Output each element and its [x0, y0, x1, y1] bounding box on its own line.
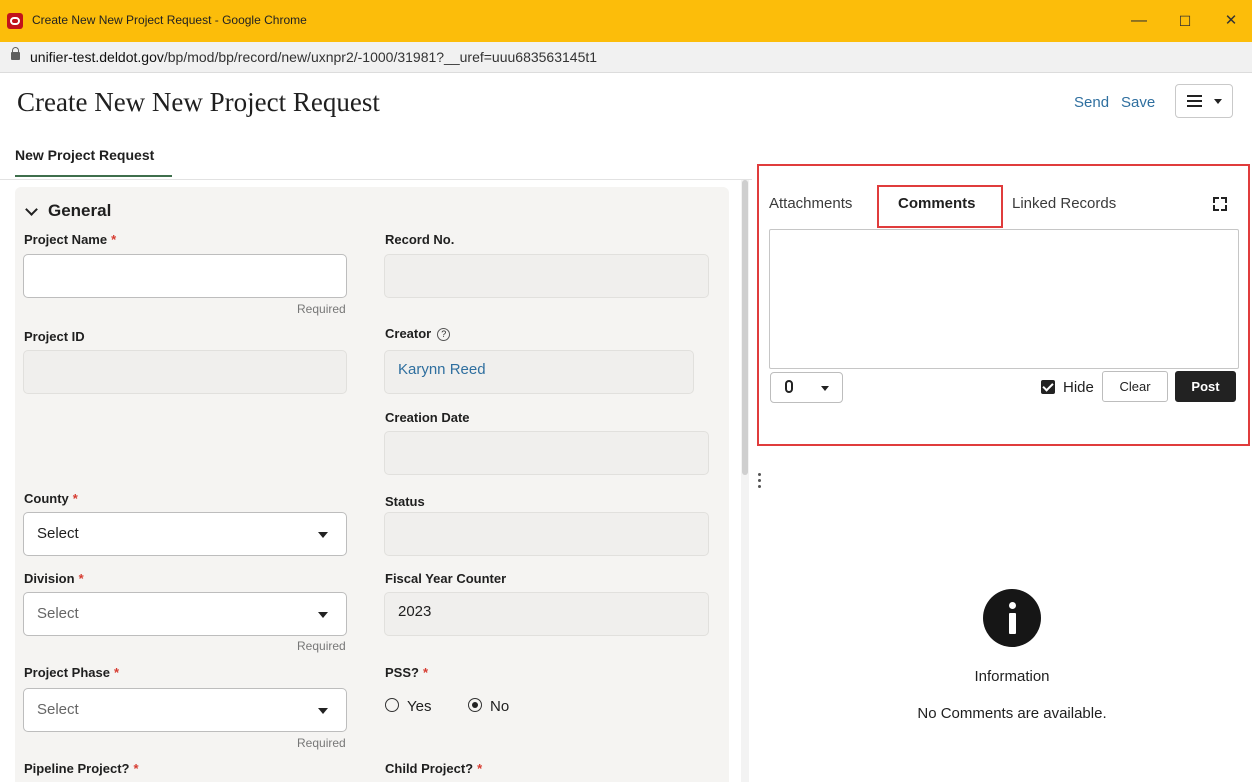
project-phase-label-text: Project Phase: [24, 665, 110, 680]
division-select-value: Select: [37, 605, 79, 622]
comment-textarea[interactable]: [769, 229, 1239, 369]
record-no-field: [384, 254, 709, 298]
section-title: General: [48, 201, 112, 220]
division-hint: Required: [297, 639, 346, 653]
page-title: Create New New Project Request: [17, 87, 380, 117]
form-scrollbar[interactable]: [741, 180, 749, 782]
county-select[interactable]: Select: [23, 512, 347, 556]
fiscal-year-counter-field: 2023: [384, 592, 709, 636]
tab-attachments[interactable]: Attachments: [769, 195, 852, 212]
radio-checked-icon: [468, 698, 482, 712]
required-mark: *: [111, 232, 117, 247]
pss-label: PSS? *: [385, 665, 428, 680]
chevron-down-icon: [25, 203, 38, 216]
help-icon[interactable]: ?: [437, 328, 451, 341]
required-mark: *: [78, 571, 84, 586]
pipeline-project-label: Pipeline Project? *: [24, 761, 139, 776]
division-label: Division *: [24, 571, 84, 586]
minimize-button[interactable]: —: [1124, 6, 1154, 36]
post-button[interactable]: Post: [1175, 371, 1236, 402]
chevron-down-icon: [318, 612, 328, 618]
required-mark: *: [72, 491, 78, 506]
hide-checkbox[interactable]: [1041, 380, 1055, 394]
highlight-comments-tab: [877, 185, 1003, 228]
save-link[interactable]: Save: [1121, 94, 1155, 111]
clear-button[interactable]: Clear: [1102, 371, 1168, 402]
browser-title-bar: Create New New Project Request - Google …: [0, 0, 1252, 42]
oracle-logo-icon: [7, 13, 23, 29]
status-label: Status: [385, 494, 425, 509]
chevron-down-icon: [318, 532, 328, 538]
pss-radio-no[interactable]: No: [468, 698, 509, 715]
info-icon: [983, 589, 1041, 647]
project-phase-select-value: Select: [37, 701, 79, 718]
expand-icon[interactable]: [1213, 197, 1227, 211]
tab-new-project-request[interactable]: New Project Request: [15, 147, 154, 163]
division-select[interactable]: Select: [23, 592, 347, 636]
creation-date-label: Creation Date: [385, 410, 470, 425]
project-phase-label: Project Phase *: [24, 665, 119, 680]
fiscal-year-counter-label: Fiscal Year Counter: [385, 571, 507, 586]
tab-divider: [0, 179, 752, 180]
project-name-label-text: Project Name: [24, 232, 108, 247]
creator-label-text: Creator: [385, 326, 432, 341]
tab-linked-records[interactable]: Linked Records: [1012, 195, 1116, 212]
project-name-hint: Required: [297, 302, 346, 316]
child-project-label: Child Project? *: [385, 761, 482, 776]
project-phase-select[interactable]: Select: [23, 688, 347, 732]
creator-field[interactable]: Karynn Reed: [384, 350, 694, 394]
chevron-down-icon: [1214, 99, 1222, 104]
creator-label: Creator?: [385, 326, 451, 341]
scrollbar-thumb[interactable]: [742, 180, 748, 475]
project-id-label: Project ID: [24, 329, 85, 344]
url-path: /bp/mod/bp/record/new/uxnpr2/-1000/31981…: [163, 49, 598, 65]
attach-file-button[interactable]: [770, 372, 843, 403]
send-link[interactable]: Send: [1074, 94, 1109, 111]
project-name-input[interactable]: [23, 254, 347, 298]
status-field: [384, 512, 709, 556]
project-id-field: [23, 350, 347, 394]
active-tab-indicator: [15, 175, 172, 177]
maximize-button[interactable]: ☐: [1170, 6, 1200, 36]
actions-menu-button[interactable]: [1175, 84, 1233, 118]
paperclip-icon: [785, 380, 793, 393]
required-mark: *: [114, 665, 120, 680]
lock-icon: [11, 47, 20, 60]
county-label-text: County: [24, 491, 69, 506]
county-select-value: Select: [37, 525, 79, 542]
project-name-label: Project Name *: [24, 232, 116, 247]
pss-label-text: PSS?: [385, 665, 419, 680]
division-label-text: Division: [24, 571, 75, 586]
pipeline-project-label-text: Pipeline Project?: [24, 761, 130, 776]
panel-splitter-handle[interactable]: [758, 473, 762, 491]
info-title: Information: [974, 668, 1050, 685]
required-mark: *: [477, 761, 483, 776]
chevron-down-icon: [821, 386, 829, 391]
project-phase-hint: Required: [297, 736, 346, 750]
chevron-down-icon: [318, 708, 328, 714]
section-general-toggle[interactable]: General: [25, 201, 112, 221]
address-bar[interactable]: unifier-test.deldot.gov/bp/mod/bp/record…: [0, 42, 1252, 73]
record-no-label: Record No.: [385, 232, 455, 247]
child-project-label-text: Child Project?: [385, 761, 474, 776]
hide-label: Hide: [1063, 379, 1094, 396]
hamburger-icon: [1187, 95, 1202, 107]
window-title: Create New New Project Request - Google …: [32, 13, 307, 27]
pss-radio-yes[interactable]: Yes: [385, 698, 431, 715]
close-window-button[interactable]: ✕: [1216, 6, 1246, 36]
required-mark: *: [133, 761, 139, 776]
url-host: unifier-test.deldot.gov: [30, 49, 164, 65]
no-comments-message: No Comments are available.: [917, 705, 1107, 722]
pss-no-label: No: [490, 698, 510, 715]
pss-yes-label: Yes: [407, 698, 432, 715]
radio-unchecked-icon: [385, 698, 399, 712]
creation-date-field: [384, 431, 709, 475]
required-mark: *: [422, 665, 429, 680]
county-label: County *: [24, 491, 78, 506]
url-text[interactable]: unifier-test.deldot.gov/bp/mod/bp/record…: [30, 49, 597, 65]
